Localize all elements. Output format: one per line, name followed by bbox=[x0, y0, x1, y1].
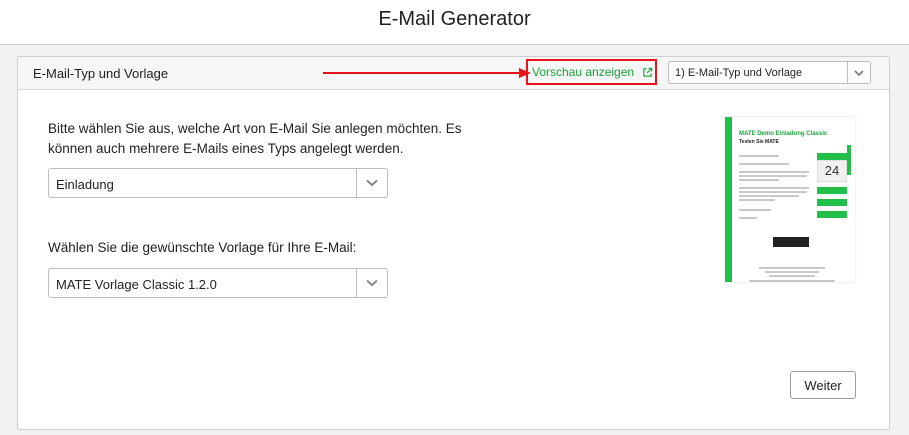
thumbnail-text-line bbox=[739, 155, 779, 157]
template-preview-thumbnail: MATE Demo Einladung Classic Testen Sie M… bbox=[725, 117, 855, 282]
thumbnail-text-line bbox=[739, 175, 807, 177]
external-link-icon bbox=[643, 67, 653, 77]
preview-link-label: Vorschau anzeigen bbox=[532, 65, 635, 79]
panel-header: E-Mail-Typ und Vorlage Vorschau anzeigen… bbox=[18, 57, 889, 90]
step-select[interactable]: 1) E-Mail-Typ und Vorlage bbox=[668, 61, 871, 84]
thumbnail-text-line bbox=[749, 280, 835, 282]
thumbnail-text-line bbox=[739, 187, 809, 189]
thumbnail-text-line bbox=[765, 271, 819, 273]
chevron-down-icon[interactable] bbox=[356, 269, 387, 297]
thumbnail-text-line bbox=[739, 217, 757, 219]
thumbnail-green-strip bbox=[847, 145, 851, 175]
thumbnail-date: 24 bbox=[817, 160, 847, 182]
page-title: E-Mail Generator bbox=[378, 8, 531, 30]
thumbnail-green-button bbox=[817, 211, 847, 218]
preview-link[interactable]: Vorschau anzeigen bbox=[526, 59, 657, 85]
step-select-value: 1) E-Mail-Typ und Vorlage bbox=[675, 67, 803, 79]
thumbnail-logo bbox=[773, 237, 809, 247]
thumbnail-green-button bbox=[817, 199, 847, 206]
chevron-down-icon[interactable] bbox=[356, 169, 387, 197]
type-instruction: Bitte wählen Sie aus, welche Art von E-M… bbox=[48, 121, 462, 156]
thumbnail-text-line bbox=[739, 163, 789, 165]
email-type-panel: E-Mail-Typ und Vorlage Vorschau anzeigen… bbox=[17, 56, 890, 430]
thumbnail-text-line bbox=[739, 171, 809, 173]
thumbnail-subtitle: Testen Sie MATE bbox=[739, 139, 779, 145]
thumbnail-text-line bbox=[769, 275, 815, 277]
template-instruction: Wählen Sie die gewünschte Vorlage für Ih… bbox=[48, 240, 357, 255]
thumbnail-accent-bar bbox=[725, 117, 732, 282]
template-select[interactable]: MATE Vorlage Classic 1.2.0 bbox=[48, 268, 388, 298]
chevron-down-icon[interactable] bbox=[847, 62, 870, 83]
thumbnail-text-line bbox=[739, 195, 799, 197]
thumbnail-title: MATE Demo Einladung Classic bbox=[739, 131, 828, 137]
thumbnail-text-line bbox=[739, 209, 771, 211]
thumbnail-green-label bbox=[817, 153, 847, 160]
thumbnail-green-label bbox=[817, 187, 847, 194]
thumbnail-text-line bbox=[739, 199, 775, 201]
thumbnail-text-line bbox=[739, 191, 807, 193]
next-button[interactable]: Weiter bbox=[790, 371, 856, 399]
thumbnail-text-line bbox=[759, 267, 825, 269]
page-header: E-Mail Generator bbox=[0, 0, 909, 45]
annotation-arrow-icon bbox=[323, 68, 531, 78]
panel-title: E-Mail-Typ und Vorlage bbox=[33, 66, 169, 81]
template-select-value: MATE Vorlage Classic 1.2.0 bbox=[56, 277, 217, 292]
email-type-select-value: Einladung bbox=[56, 177, 114, 192]
email-type-select[interactable]: Einladung bbox=[48, 168, 388, 198]
thumbnail-text-line bbox=[739, 179, 779, 181]
